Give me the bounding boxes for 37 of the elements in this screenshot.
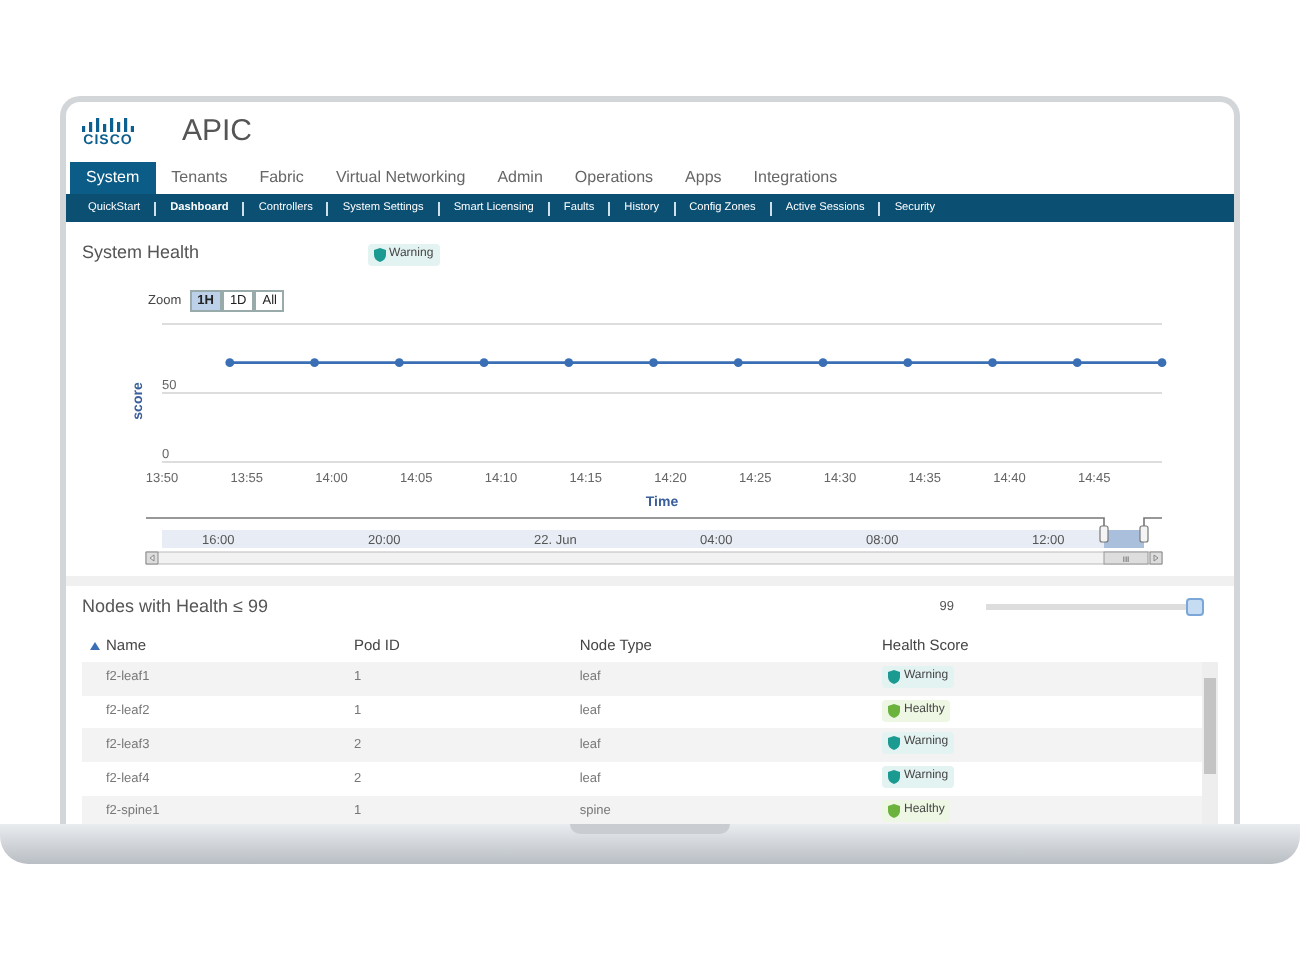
range-handle[interactable] xyxy=(1099,525,1109,543)
sort-icon xyxy=(90,641,100,650)
data-point xyxy=(818,358,828,368)
nav-tab[interactable]: Integrations xyxy=(737,162,854,194)
panel-title: Nodes with Health ≤ 99 xyxy=(82,594,268,620)
data-point xyxy=(903,358,913,368)
data-point xyxy=(225,358,235,368)
data-point xyxy=(1072,358,1082,368)
shield-icon xyxy=(887,770,900,784)
data-point xyxy=(649,358,658,368)
data-point xyxy=(394,358,404,368)
nav-tab[interactable]: Tenants xyxy=(155,162,244,194)
data-point xyxy=(479,358,489,368)
nav-tab[interactable]: Admin xyxy=(481,162,559,194)
slider-thumb[interactable] xyxy=(1186,598,1204,617)
data-point xyxy=(733,358,743,368)
app-title: APIC xyxy=(182,111,253,152)
nav-tab[interactable]: System xyxy=(70,162,156,194)
shield-icon xyxy=(887,736,900,751)
range-handle[interactable] xyxy=(1139,525,1149,543)
scroll-right-icon[interactable] xyxy=(1149,551,1163,565)
shield-icon xyxy=(887,703,900,717)
nav-tab[interactable]: Virtual Networking xyxy=(319,162,482,194)
nav-tab[interactable]: Fabric xyxy=(243,162,320,194)
data-point xyxy=(310,358,319,368)
data-point xyxy=(1157,358,1167,368)
scrollbar[interactable] xyxy=(1202,661,1218,824)
nav-tab[interactable]: Apps xyxy=(669,162,738,194)
data-point xyxy=(988,358,997,368)
nav-tab[interactable]: Operations xyxy=(558,162,670,194)
data-point xyxy=(564,358,574,368)
shield-icon xyxy=(887,669,900,684)
scroll-thumb[interactable] xyxy=(1103,551,1149,565)
shield-icon xyxy=(887,803,900,818)
shield-icon xyxy=(373,248,386,262)
scroll-left-icon[interactable] xyxy=(145,551,159,565)
panel-title: System Health xyxy=(82,240,200,267)
